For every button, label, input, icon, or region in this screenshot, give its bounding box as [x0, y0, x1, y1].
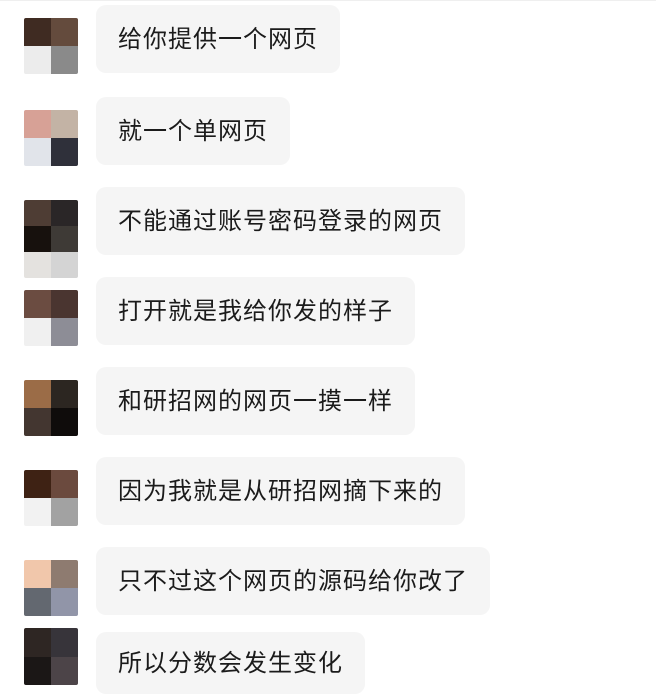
avatar-pixel [24, 290, 51, 318]
avatar-pixel [51, 200, 78, 226]
message-bubble[interactable]: 打开就是我给你发的样子 [96, 277, 415, 345]
avatar-pixel [51, 46, 78, 74]
message-text: 给你提供一个网页 [118, 25, 318, 53]
message-row: 就一个单网页 [0, 92, 656, 182]
message-bubble[interactable]: 和研招网的网页一摸一样 [96, 367, 415, 435]
message-text: 所以分数会发生变化 [118, 649, 343, 677]
avatar-pixel [24, 318, 51, 346]
avatar-pixel [24, 138, 51, 166]
message-bubble[interactable]: 给你提供一个网页 [96, 5, 340, 73]
message-row: 给你提供一个网页 [0, 0, 656, 90]
avatar-pixel [51, 656, 78, 685]
avatar-pixel [51, 408, 78, 436]
avatar-pixel [51, 560, 78, 588]
avatar-pixel [24, 656, 51, 685]
avatar[interactable] [24, 470, 78, 526]
avatar-pixel [51, 110, 78, 138]
avatar-pixel [51, 498, 78, 526]
avatar[interactable] [24, 110, 78, 166]
avatar-pixel [24, 46, 51, 74]
avatar[interactable] [24, 380, 78, 436]
avatar-pixel [24, 200, 51, 226]
avatar-pixel [24, 18, 51, 46]
chat-message-list: 给你提供一个网页 就一个单网页 不能通过账号密码登录的网页 打开就是我给你发的样… [0, 0, 656, 694]
avatar-pixel [24, 470, 51, 498]
message-text: 不能通过账号密码登录的网页 [118, 207, 443, 235]
avatar-pixel [51, 138, 78, 166]
message-row: 所以分数会发生变化 [0, 612, 656, 694]
avatar-pixel [51, 318, 78, 346]
message-row: 不能通过账号密码登录的网页 [0, 182, 656, 278]
avatar-pixel [51, 18, 78, 46]
avatar[interactable] [24, 200, 78, 278]
message-text: 就一个单网页 [118, 117, 268, 145]
avatar[interactable] [24, 290, 78, 346]
avatar-pixel [51, 470, 78, 498]
message-bubble[interactable]: 只不过这个网页的源码给你改了 [96, 547, 490, 615]
message-text: 和研招网的网页一摸一样 [118, 387, 393, 415]
avatar-pixel [51, 628, 78, 657]
avatar-pixel [51, 290, 78, 318]
avatar-pixel [24, 498, 51, 526]
avatar-pixel [24, 226, 51, 252]
message-row: 因为我就是从研招网摘下来的 [0, 452, 656, 542]
avatar[interactable] [24, 628, 78, 685]
avatar-pixel [24, 628, 51, 657]
avatar-pixel [24, 110, 51, 138]
message-text: 打开就是我给你发的样子 [118, 297, 393, 325]
avatar-pixel [51, 380, 78, 408]
message-text: 因为我就是从研招网摘下来的 [118, 477, 443, 505]
avatar-pixel [24, 560, 51, 588]
message-row: 和研招网的网页一摸一样 [0, 362, 656, 452]
avatar-pixel [24, 408, 51, 436]
message-bubble[interactable]: 就一个单网页 [96, 97, 290, 165]
avatar[interactable] [24, 18, 78, 74]
avatar-pixel [24, 380, 51, 408]
avatar[interactable] [24, 560, 78, 616]
message-text: 只不过这个网页的源码给你改了 [118, 567, 468, 595]
message-bubble[interactable]: 因为我就是从研招网摘下来的 [96, 457, 465, 525]
message-bubble[interactable]: 不能通过账号密码登录的网页 [96, 187, 465, 255]
message-row: 打开就是我给你发的样子 [0, 272, 656, 362]
avatar-pixel [51, 226, 78, 252]
